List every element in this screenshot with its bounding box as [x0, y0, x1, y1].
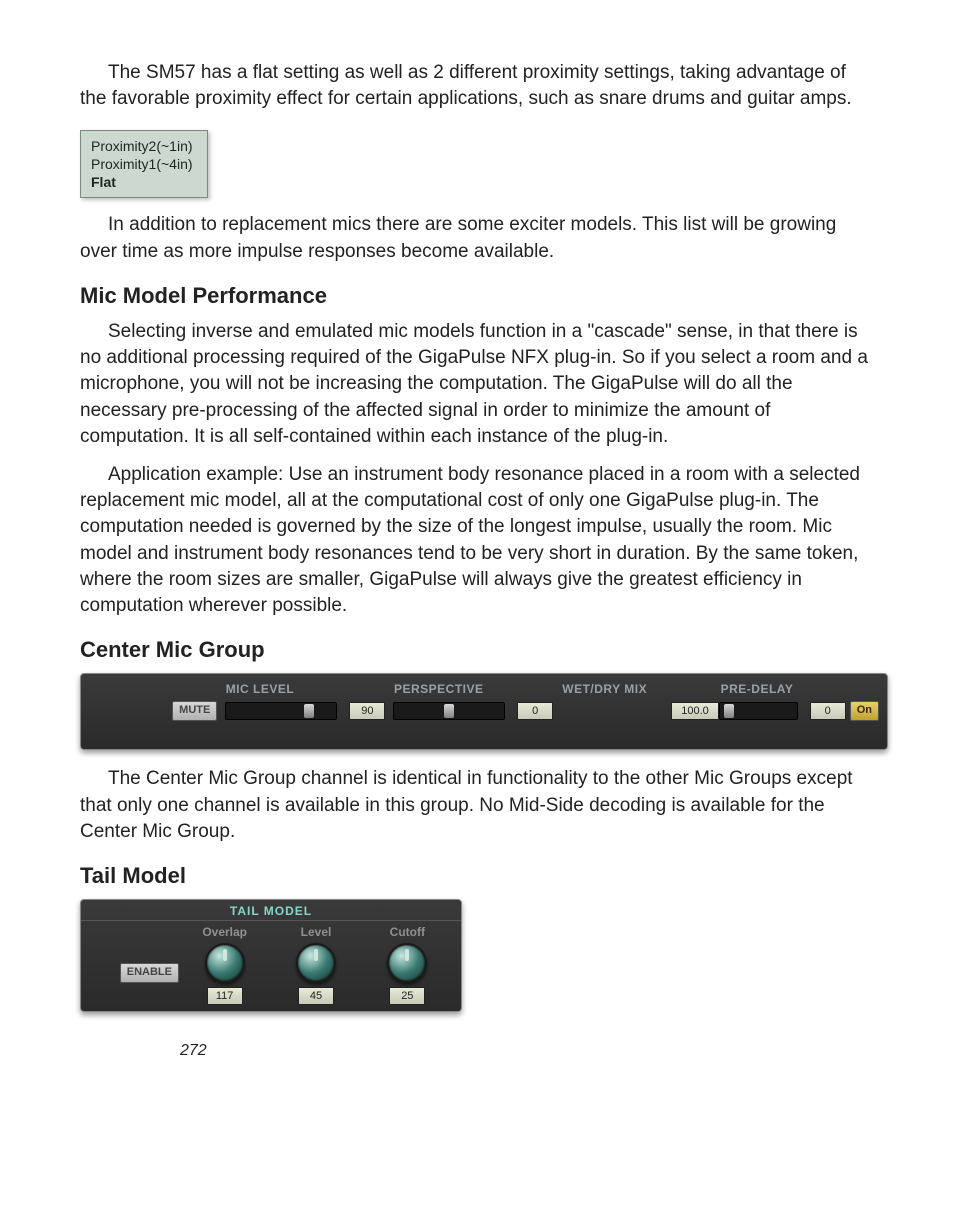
proximity-listbox[interactable]: Proximity2(~1in) Proximity1(~4in) Flat [80, 130, 208, 198]
perspective-readout: 0 [517, 702, 553, 720]
paragraph-center-mic-desc: The Center Mic Group channel is identica… [80, 766, 874, 845]
proximity-option-2in[interactable]: Proximity2(~1in) [91, 137, 193, 155]
mic-level-slider[interactable] [225, 702, 337, 720]
mute-button[interactable]: MUTE [172, 701, 217, 721]
tail-cutoff-knob[interactable] [387, 943, 427, 983]
tail-overlap-label: Overlap [202, 925, 247, 939]
tail-level-readout: 45 [298, 987, 334, 1005]
heading-center-mic-group: Center Mic Group [80, 637, 874, 663]
paragraph-application-example: Application example: Use an instrument b… [80, 462, 874, 619]
page-number: 272 [80, 1042, 874, 1060]
tail-cutoff-readout: 25 [389, 987, 425, 1005]
center-mic-group-panel: MIC LEVEL PERSPECTIVE WET/DRY MIX PRE-DE… [80, 673, 888, 750]
mic-level-readout: 90 [349, 702, 385, 720]
tail-enable-button[interactable]: ENABLE [120, 963, 179, 983]
tail-cutoff-label: Cutoff [390, 925, 425, 939]
heading-mic-model-performance: Mic Model Performance [80, 283, 874, 309]
pre-delay-slider[interactable] [719, 702, 798, 720]
proximity-option-flat[interactable]: Flat [91, 173, 193, 191]
heading-tail-model: Tail Model [80, 863, 874, 889]
proximity-option-4in[interactable]: Proximity1(~4in) [91, 155, 193, 173]
tail-overlap-readout: 117 [207, 987, 243, 1005]
pre-delay-readout: 0 [810, 702, 846, 720]
tail-model-title: TAIL MODEL [81, 900, 461, 921]
tail-level-label: Level [301, 925, 332, 939]
pre-delay-on-button[interactable]: On [850, 701, 879, 721]
tail-level-knob[interactable] [296, 943, 336, 983]
header-mic-level: MIC LEVEL [226, 682, 394, 696]
paragraph-sm57: The SM57 has a flat setting as well as 2… [80, 60, 874, 112]
wet-dry-readout: 100.0 [671, 702, 719, 720]
header-perspective: PERSPECTIVE [394, 682, 562, 696]
paragraph-cascade: Selecting inverse and emulated mic model… [80, 319, 874, 450]
tail-model-panel: TAIL MODEL ENABLE Overlap 117 Level 45 C… [80, 899, 462, 1012]
tail-overlap-knob[interactable] [205, 943, 245, 983]
header-pre-delay: PRE-DELAY [721, 682, 879, 696]
header-wet-dry-mix: WET/DRY MIX [562, 682, 720, 696]
paragraph-exciter: In addition to replacement mics there ar… [80, 212, 874, 264]
perspective-slider[interactable] [393, 702, 505, 720]
